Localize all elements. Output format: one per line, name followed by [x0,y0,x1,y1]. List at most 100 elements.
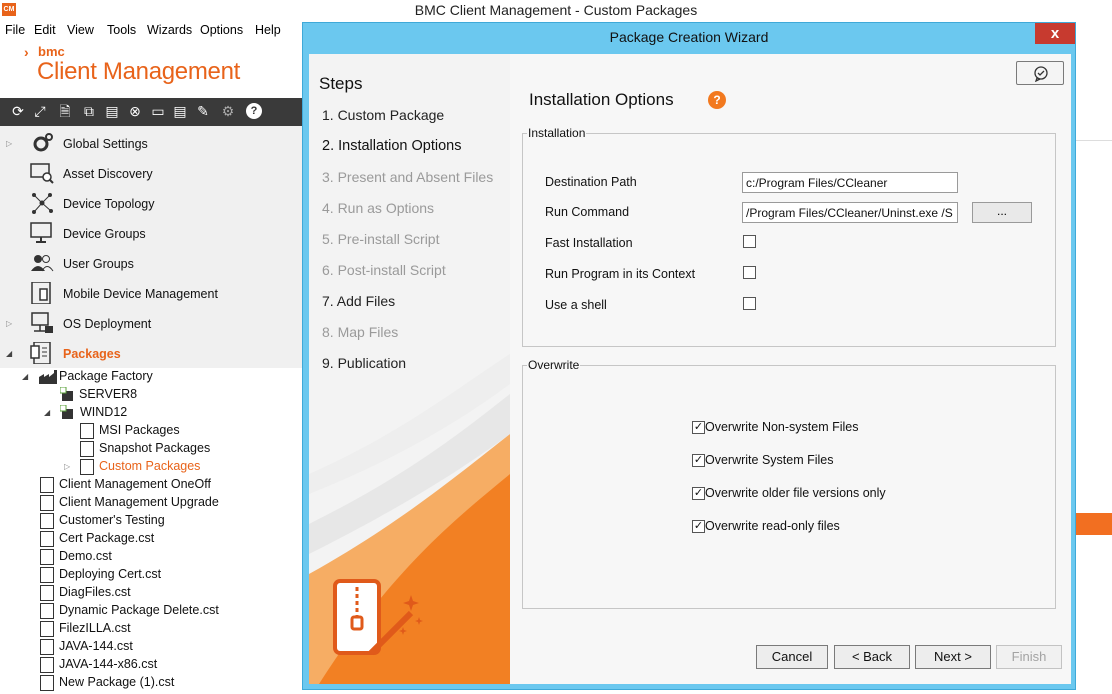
tree-item-filezilla[interactable]: FilezILLA.cst [40,620,300,638]
menu-file[interactable]: File [5,23,25,37]
package-file-icon [40,639,54,655]
run-in-context-label: Run Program in its Context [545,267,696,281]
nav-item-device-topology[interactable]: Device Topology [0,188,302,218]
run-command-input[interactable]: /Program Files/CCleaner/Uninst.exe /S [742,202,958,223]
tree-item-client-management-upgrade[interactable]: Client Management Upgrade [40,494,300,512]
copy-icon[interactable]: ⧉ [81,103,97,119]
folder-remove-icon[interactable]: ▭ [150,103,166,119]
menu-view[interactable]: View [67,23,94,37]
next-button[interactable]: Next > [915,645,991,669]
nav-item-packages[interactable]: ◢ Packages [0,338,302,368]
tree-item-snapshot-packages[interactable]: Snapshot Packages [80,440,300,458]
refresh-icon[interactable]: ⟳ [10,103,26,119]
fullscreen-icon[interactable]: ⤢ [32,103,48,119]
package-file-icon [80,423,94,439]
run-command-label: Run Command [545,205,630,219]
nav-item-os-deployment[interactable]: ▷ OS Deployment [0,308,302,338]
fast-installation-checkbox[interactable] [743,235,756,248]
server-icon [60,405,73,419]
tree-item-msi-packages[interactable]: MSI Packages [80,422,300,440]
delete-icon[interactable]: ⊗ [127,103,143,119]
properties-icon[interactable]: ▤ [172,103,188,119]
overwrite-older-checkbox[interactable]: ✓ [692,487,705,500]
step-pre-install-script: 5. Pre-install Script [322,231,440,247]
nav-item-asset-discovery[interactable]: Asset Discovery [0,158,302,188]
run-in-context-checkbox[interactable] [743,266,756,279]
menu-tools[interactable]: Tools [107,23,136,37]
feedback-button[interactable] [1016,61,1064,85]
paste-icon[interactable]: ▤ [104,103,120,119]
menu-help[interactable]: Help [255,23,281,37]
browse-button[interactable]: ... [972,202,1032,223]
cancel-button[interactable]: Cancel [756,645,828,669]
menu-wizards[interactable]: Wizards [147,23,192,37]
nav-item-user-groups[interactable]: User Groups [0,248,302,278]
help-icon[interactable]: ? [246,103,262,119]
tree-item-wind12[interactable]: ◢ WIND12 [44,404,302,422]
overwrite-readonly-checkbox[interactable]: ✓ [692,520,705,533]
package-creation-wizard-dialog: Package Creation Wizard x Steps 1. Custo… [302,22,1076,690]
tree-item-cert-package[interactable]: Cert Package.cst [40,530,300,548]
collapse-icon[interactable]: ◢ [22,372,28,381]
collapse-icon[interactable]: ◢ [6,349,12,358]
overwrite-system-checkbox[interactable]: ✓ [692,454,705,467]
nav-label: Asset Discovery [63,167,153,181]
tree-item-deploying-cert[interactable]: Deploying Cert.cst [40,566,300,584]
use-shell-label: Use a shell [545,298,607,312]
tree-item-diagfiles[interactable]: DiagFiles.cst [40,584,300,602]
tree-item-new-package-1[interactable]: New Package (1).cst [40,674,300,692]
destination-path-input[interactable]: c:/Program Files/CCleaner [742,172,958,193]
edit-doc-icon[interactable]: ✎ [195,103,211,119]
tree-label: New Package (1).cst [59,675,175,689]
topology-icon [32,193,53,214]
background-highlight-row [1076,513,1112,535]
tree-item-java-144[interactable]: JAVA-144.cst [40,638,300,656]
close-button[interactable]: x [1035,23,1075,44]
tree-item-customers-testing[interactable]: Customer's Testing [40,512,300,530]
main-window-title: BMC Client Management - Custom Packages [414,2,698,18]
nav-label: Global Settings [63,137,148,151]
expander-icon[interactable]: ▷ [6,319,12,328]
tree-label: JAVA-144-x86.cst [59,657,158,671]
tree-label: Cert Package.cst [59,531,155,545]
gear-icon [33,133,53,152]
help-icon[interactable]: ? [708,91,726,109]
package-file-icon [40,477,54,493]
dialog-body: Steps 1. Custom Package 2. Installation … [309,54,1071,684]
nav-item-device-groups[interactable]: Device Groups [0,218,302,248]
expander-icon[interactable]: ▷ [64,462,70,471]
tree-item-dynamic-package-delete[interactable]: Dynamic Package Delete.cst [40,602,300,620]
overwrite-readonly-label: Overwrite read-only files [705,519,840,533]
nav-label: User Groups [63,257,134,271]
tree-item-custom-packages[interactable]: ▷ Custom Packages [64,458,300,476]
finish-button[interactable]: Finish [996,645,1062,669]
destination-path-label: Destination Path [545,175,637,189]
tree-label: FilezILLA.cst [59,621,131,635]
tree-label: Customer's Testing [59,513,165,527]
new-doc-icon[interactable]: 🗎 [57,103,73,119]
tree-item-package-factory[interactable]: ◢ Package Factory [22,368,302,386]
back-button[interactable]: < Back [834,645,910,669]
package-wand-icon [333,579,423,656]
package-tree: ◢ Package Factory SERVER8 ◢ WIND12 MSI P… [0,368,302,694]
nav-item-global-settings[interactable]: ▷ Global Settings [0,128,302,158]
gear-icon[interactable]: ⚙ [220,103,236,119]
nav-label: Device Groups [63,227,146,241]
nav-item-mobile-device-management[interactable]: Mobile Device Management [0,278,302,308]
tree-item-demo[interactable]: Demo.cst [40,548,300,566]
use-shell-checkbox[interactable] [743,297,756,310]
tree-item-java-144-x86[interactable]: JAVA-144-x86.cst [40,656,300,674]
expander-icon[interactable]: ▷ [6,139,12,148]
collapse-icon[interactable]: ◢ [44,408,50,417]
overwrite-older-label: Overwrite older file versions only [705,486,886,500]
section-title: Installation Options [529,90,674,109]
overwrite-non-system-checkbox[interactable]: ✓ [692,421,705,434]
dialog-title: Package Creation Wizard [609,29,769,45]
package-file-icon [40,513,54,529]
menu-options[interactable]: Options [200,23,243,37]
tree-label: DiagFiles.cst [59,585,131,599]
tree-item-client-management-oneoff[interactable]: Client Management OneOff [40,476,300,494]
menu-edit[interactable]: Edit [34,23,56,37]
tree-item-server8[interactable]: SERVER8 [60,386,300,404]
logo-brand: bmc [38,44,65,59]
